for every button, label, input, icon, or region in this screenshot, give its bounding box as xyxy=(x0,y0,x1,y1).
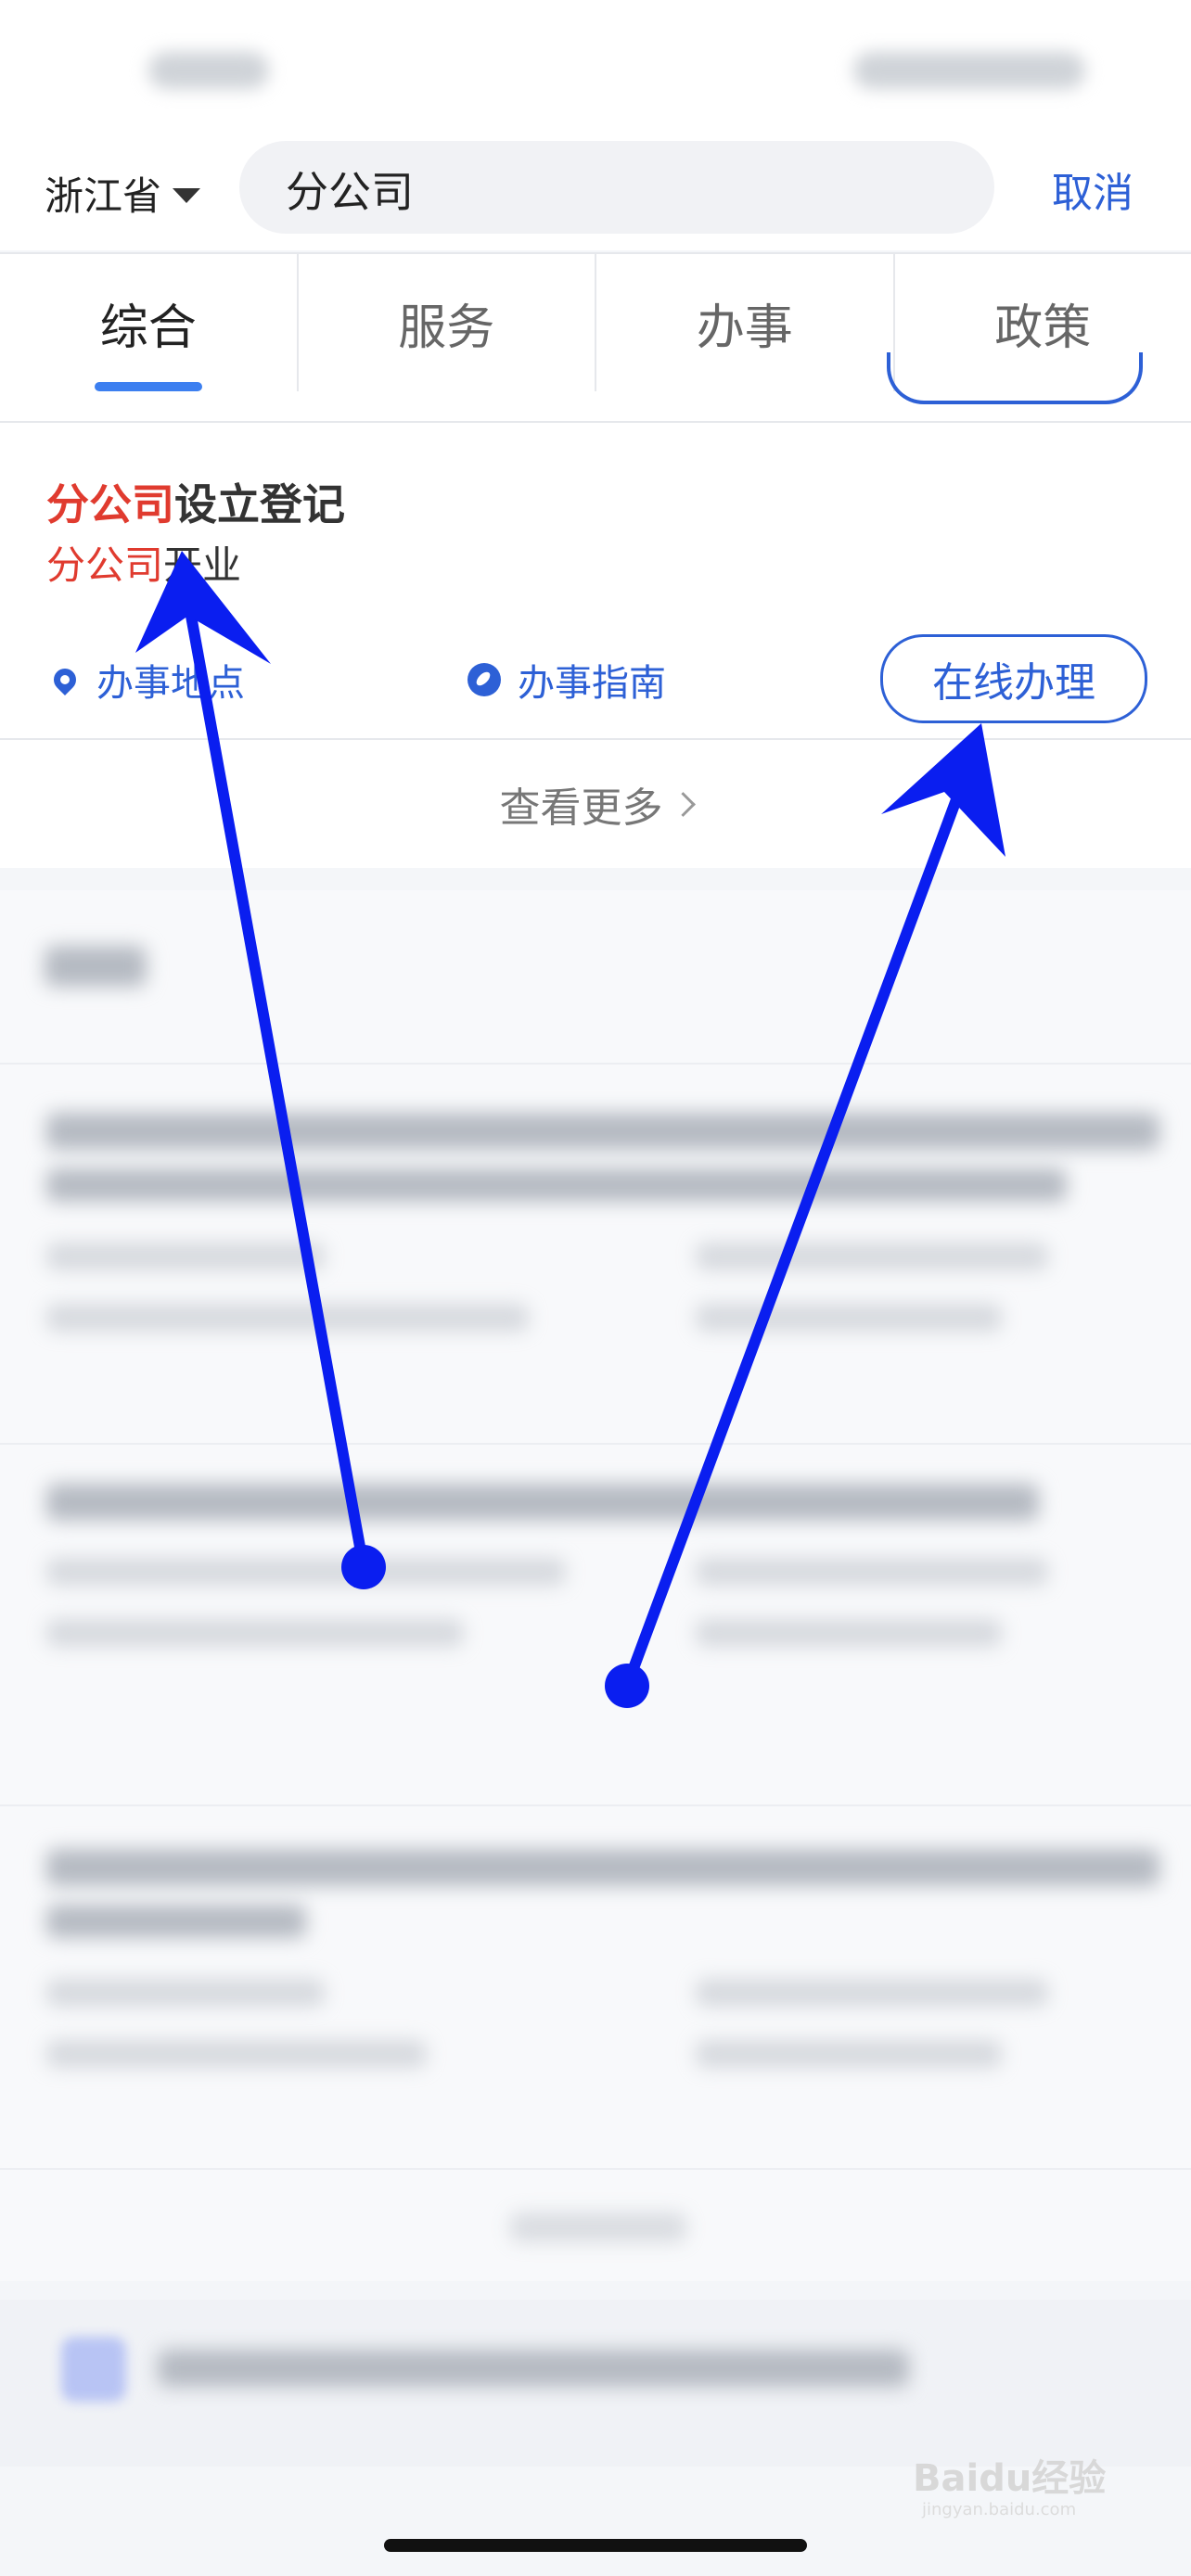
annotation-arrows xyxy=(135,551,1005,1708)
annotation-arrow-right xyxy=(605,723,1005,1708)
annotation-arrow-left xyxy=(135,551,386,1589)
